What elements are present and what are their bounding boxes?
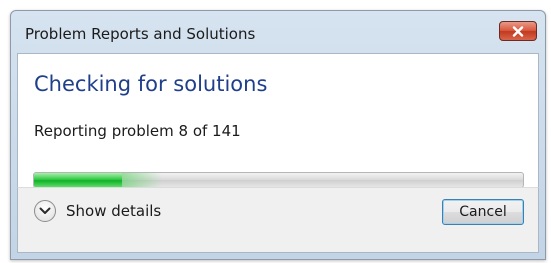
problem-reports-dialog: Problem Reports and Solutions Checking f… — [10, 10, 546, 260]
cancel-button[interactable]: Cancel — [442, 199, 524, 225]
status-text: Reporting problem 8 of 141 — [34, 122, 241, 140]
progress-bar — [33, 172, 524, 188]
main-heading: Checking for solutions — [34, 72, 268, 96]
chevron-down-icon[interactable] — [34, 200, 56, 222]
title-bar[interactable]: Problem Reports and Solutions — [11, 11, 545, 51]
progress-fill — [34, 173, 163, 187]
show-details-label[interactable]: Show details — [66, 202, 161, 220]
footer-bar: Show details Cancel — [17, 187, 539, 253]
content-area: Checking for solutions Reporting problem… — [17, 53, 539, 189]
close-icon — [512, 25, 524, 37]
window-title: Problem Reports and Solutions — [25, 25, 256, 43]
close-button[interactable] — [499, 21, 537, 41]
show-details-toggle[interactable]: Show details — [34, 200, 161, 222]
